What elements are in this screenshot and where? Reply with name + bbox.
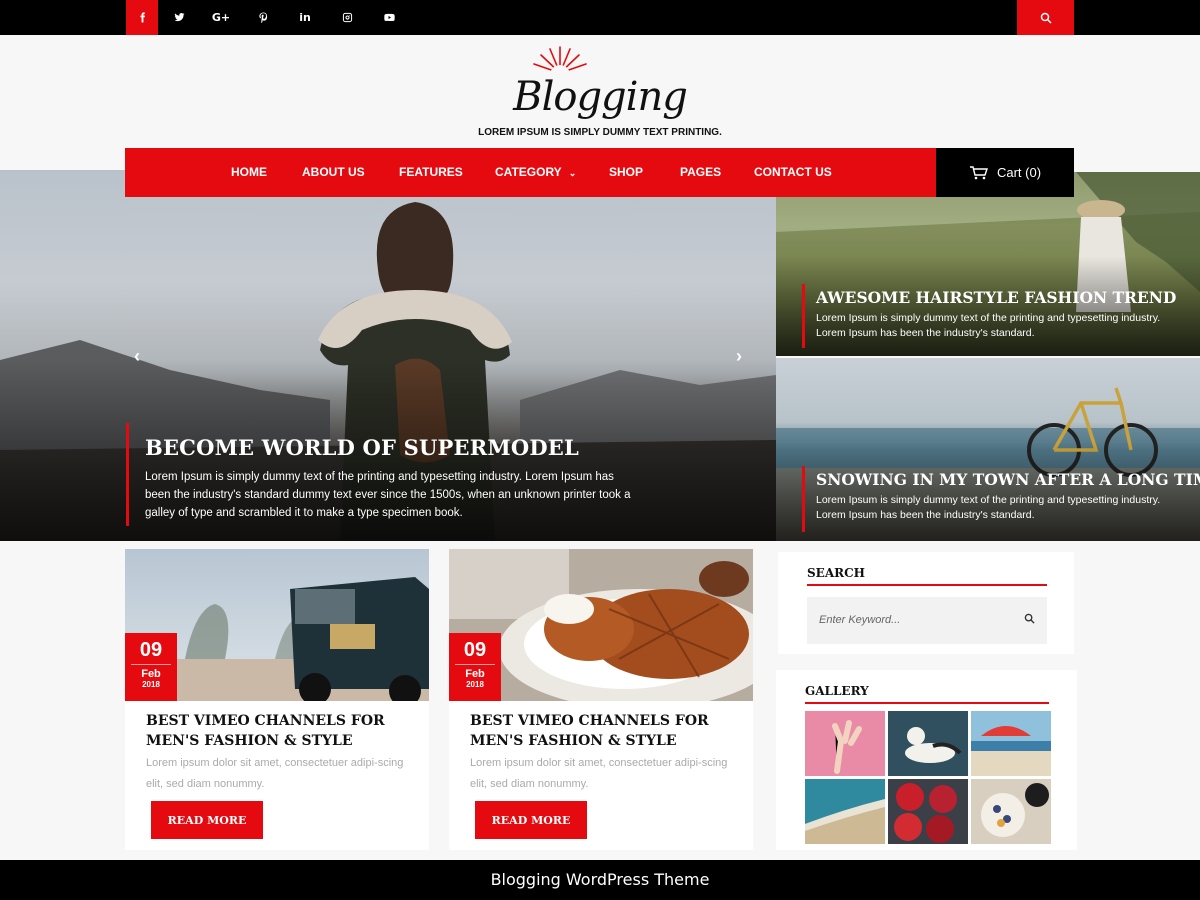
- gallery-image[interactable]: [888, 711, 968, 776]
- gallery-widget-title: GALLERY: [805, 684, 869, 698]
- google-plus-icon[interactable]: G+: [200, 0, 242, 35]
- nav-item-category-label: CATEGORY: [495, 165, 562, 179]
- post-date-badge-2: 09 Feb 2018: [449, 633, 501, 701]
- site-logo[interactable]: Blogging: [0, 74, 1200, 120]
- gallery-image[interactable]: [805, 779, 885, 844]
- post-card-1: 09 Feb 2018 BEST VIMEO CHANNELS FOR MEN'…: [125, 549, 429, 850]
- post-date-month: Feb: [141, 668, 161, 680]
- instagram-icon[interactable]: [326, 0, 368, 35]
- feature-card-2[interactable]: SNOWING IN MY TOWN AFTER A LONG TIME Lor…: [776, 358, 1200, 541]
- nav-item-contact-us[interactable]: CONTACT US: [754, 148, 832, 197]
- widget-title-underline: [805, 702, 1049, 704]
- pinterest-icon[interactable]: [242, 0, 284, 35]
- feature-title-2[interactable]: SNOWING IN MY TOWN AFTER A LONG TIME: [816, 470, 1200, 489]
- search-icon[interactable]: [1024, 613, 1035, 624]
- post-excerpt-1: Lorem ipsum dolor sit amet, consectetuer…: [146, 757, 404, 790]
- read-more-button-1[interactable]: READ MORE: [151, 801, 263, 839]
- site-tagline: LOREM IPSUM IS SIMPLY DUMMY TEXT PRINTIN…: [478, 127, 722, 138]
- cart-button[interactable]: Cart (0): [936, 148, 1074, 197]
- post-date-day: 09: [455, 639, 495, 665]
- chevron-down-icon: ⌄: [568, 168, 577, 178]
- hero-text: Lorem Ipsum is simply dummy text of the …: [145, 471, 631, 519]
- facebook-icon[interactable]: [126, 0, 158, 35]
- feature-card-1[interactable]: AWESOME HAIRSTYLE FASHION TREND Lorem Ip…: [776, 172, 1200, 356]
- post-date-day: 09: [131, 639, 171, 665]
- nav-item-features[interactable]: FEATURES: [399, 148, 463, 197]
- hero-caption: BECOME WORLD OF SUPERMODEL Lorem Ipsum i…: [126, 423, 636, 526]
- top-bar: G+ in: [0, 0, 1200, 35]
- feature-caption-1: AWESOME HAIRSTYLE FASHION TREND Lorem Ip…: [802, 284, 1182, 348]
- gallery-widget: GALLERY: [776, 670, 1077, 850]
- gallery-image[interactable]: [971, 779, 1051, 844]
- main-navigation: HOME ABOUT US FEATURES CATEGORY ⌄ SHOP P…: [125, 148, 1074, 197]
- post-date-month: Feb: [465, 668, 485, 680]
- gallery-image[interactable]: [971, 711, 1051, 776]
- hero-next-arrow[interactable]: ›: [736, 346, 742, 367]
- top-search-button[interactable]: [1017, 0, 1074, 35]
- post-date-year: 2018: [466, 680, 484, 689]
- twitter-icon[interactable]: [158, 0, 200, 35]
- nav-item-pages[interactable]: PAGES: [680, 148, 721, 197]
- feature-caption-2: SNOWING IN MY TOWN AFTER A LONG TIME Lor…: [802, 466, 1200, 532]
- post-excerpt-2: Lorem ipsum dolor sit amet, consectetuer…: [470, 757, 728, 790]
- feature-title-1[interactable]: AWESOME HAIRSTYLE FASHION TREND: [816, 288, 1182, 307]
- search-icon: [1040, 12, 1052, 24]
- hero-prev-arrow[interactable]: ‹: [134, 346, 140, 367]
- site-footer: Blogging WordPress Theme: [0, 860, 1200, 900]
- widget-title-underline: [807, 584, 1047, 586]
- gallery-image[interactable]: [888, 779, 968, 844]
- post-title-1[interactable]: BEST VIMEO CHANNELS FOR MEN'S FASHION & …: [146, 711, 416, 751]
- cart-icon: [969, 165, 988, 179]
- nav-item-home[interactable]: HOME: [231, 148, 267, 197]
- feature-text-2: Lorem Ipsum is simply dummy text of the …: [816, 494, 1161, 521]
- post-title-2[interactable]: BEST VIMEO CHANNELS FOR MEN'S FASHION & …: [470, 711, 740, 751]
- post-date-badge-1: 09 Feb 2018: [125, 633, 177, 701]
- post-card-2: 09 Feb 2018 BEST VIMEO CHANNELS FOR MEN'…: [449, 549, 753, 850]
- hero-title[interactable]: BECOME WORLD OF SUPERMODEL: [145, 435, 636, 460]
- logo-rays-icon: [533, 46, 587, 77]
- youtube-icon[interactable]: [368, 0, 410, 35]
- gallery-grid: [805, 711, 1051, 845]
- cart-label: Cart (0): [996, 165, 1042, 180]
- search-widget-title: SEARCH: [807, 566, 865, 580]
- nav-item-about-us[interactable]: ABOUT US: [302, 148, 365, 197]
- linkedin-icon[interactable]: in: [284, 0, 326, 35]
- social-links: G+ in: [126, 0, 410, 35]
- sidebar-search-input[interactable]: Enter Keyword...: [807, 597, 1047, 644]
- post-date-year: 2018: [142, 680, 160, 689]
- search-widget: SEARCH Enter Keyword...: [778, 552, 1074, 654]
- gallery-image[interactable]: [805, 711, 885, 776]
- search-placeholder: Enter Keyword...: [819, 614, 901, 626]
- nav-item-shop[interactable]: SHOP: [609, 148, 643, 197]
- nav-item-category[interactable]: CATEGORY ⌄: [495, 148, 576, 197]
- feature-text-1: Lorem Ipsum is simply dummy text of the …: [816, 312, 1161, 339]
- read-more-button-2[interactable]: READ MORE: [475, 801, 587, 839]
